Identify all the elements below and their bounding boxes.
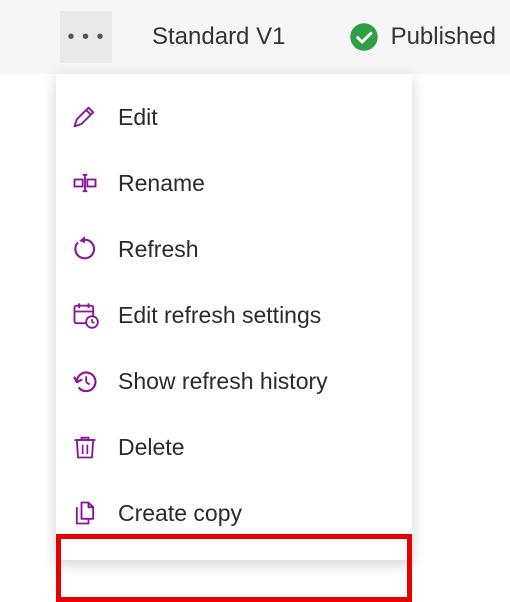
- menu-item-create-copy[interactable]: Create copy: [56, 480, 412, 546]
- item-title: Standard V1: [152, 23, 285, 51]
- delete-icon: [70, 432, 100, 462]
- status-label: Published: [391, 23, 496, 51]
- menu-item-label: Rename: [118, 170, 205, 197]
- menu-item-delete[interactable]: Delete: [56, 414, 412, 480]
- menu-item-label: Delete: [118, 434, 184, 461]
- status-badge: Published: [349, 22, 496, 52]
- refresh-icon: [70, 234, 100, 264]
- menu-item-label: Show refresh history: [118, 368, 328, 395]
- menu-item-label: Create copy: [118, 500, 242, 527]
- menu-item-show-refresh-history[interactable]: Show refresh history: [56, 348, 412, 414]
- copy-icon: [70, 498, 100, 528]
- menu-item-rename[interactable]: Rename: [56, 150, 412, 216]
- menu-item-edit[interactable]: Edit: [56, 84, 412, 150]
- menu-item-label: Edit refresh settings: [118, 302, 321, 329]
- topbar: • • • Standard V1 Published: [0, 0, 510, 74]
- more-options-button[interactable]: • • •: [60, 11, 112, 63]
- menu-item-label: Refresh: [118, 236, 199, 263]
- rename-icon: [70, 168, 100, 198]
- history-icon: [70, 366, 100, 396]
- context-menu: Edit Rename Refresh: [56, 74, 412, 560]
- menu-item-edit-refresh-settings[interactable]: Edit refresh settings: [56, 282, 412, 348]
- menu-item-label: Edit: [118, 104, 158, 131]
- checkmark-circle-icon: [349, 22, 379, 52]
- calendar-settings-icon: [70, 300, 100, 330]
- menu-item-refresh[interactable]: Refresh: [56, 216, 412, 282]
- edit-icon: [70, 102, 100, 132]
- ellipsis-icon: • • •: [67, 27, 104, 47]
